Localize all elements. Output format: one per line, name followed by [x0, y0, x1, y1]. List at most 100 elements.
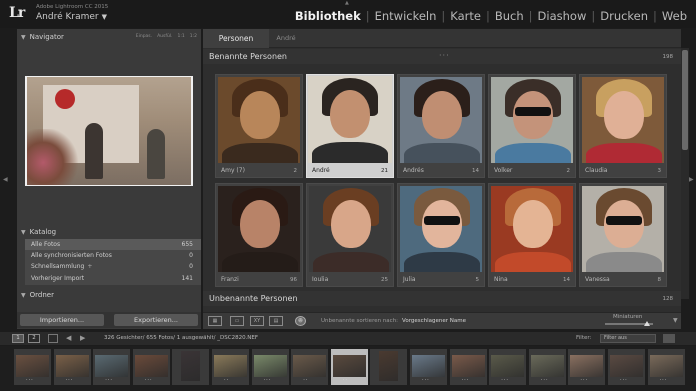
- person-photo-count: 8: [657, 277, 662, 283]
- rating-dots: ···: [144, 377, 153, 383]
- filmstrip-thumbnail[interactable]: ···: [14, 349, 51, 385]
- catalog-item-label: Alle Fotos: [31, 241, 61, 249]
- catalog-item-label: Vorheriger Import: [31, 274, 85, 282]
- module-entwickeln[interactable]: Entwickeln: [370, 9, 442, 23]
- left-panel-toggle-icon[interactable]: ◀: [3, 176, 8, 183]
- people-view-icon[interactable]: ☻: [295, 316, 306, 326]
- filmstrip-thumbnail[interactable]: ··: [212, 349, 249, 385]
- export-button[interactable]: Exportieren...: [114, 314, 198, 326]
- navigator-title: Navigator: [29, 33, 64, 41]
- back-arrow-icon[interactable]: ◀: [66, 334, 71, 342]
- person-name[interactable]: Andrés: [403, 167, 424, 174]
- filmstrip-thumbnail[interactable]: ···: [449, 349, 487, 385]
- rating-dots: ···: [620, 377, 628, 383]
- person-card[interactable]: Franzi 96: [215, 183, 303, 287]
- toolbar-menu-icon[interactable]: ▼: [673, 317, 678, 324]
- filmstrip-thumbnail[interactable]: ···: [251, 349, 289, 385]
- filmstrip-thumbnail[interactable]: ··: [330, 349, 368, 385]
- catalog-item[interactable]: Vorheriger Import 141: [25, 273, 201, 284]
- filter-label: Filter:: [576, 335, 592, 341]
- person-photo-count: 21: [381, 168, 388, 174]
- face-thumbnail: [309, 186, 391, 272]
- scrollbar[interactable]: [681, 48, 689, 299]
- filmstrip-thumbnail[interactable]: ···: [568, 349, 606, 385]
- thumbnail-image: [570, 355, 604, 377]
- catalog-item[interactable]: Alle synchronisierten Fotos 0: [25, 250, 201, 261]
- person-name[interactable]: Vanessa: [585, 276, 610, 283]
- sort-dropdown[interactable]: Vorgeschlagener Name: [402, 318, 466, 324]
- filmstrip-thumbnail[interactable]: [172, 349, 210, 385]
- more-options-icon[interactable]: ···: [439, 51, 450, 60]
- filter-dropdown[interactable]: Filter aus: [600, 334, 656, 343]
- filmstrip-thumbnail[interactable]: ···: [528, 349, 566, 385]
- filmstrip-thumbnail[interactable]: ···: [489, 349, 527, 385]
- head-shape: [513, 200, 553, 248]
- person-card[interactable]: Andrés 14: [397, 74, 485, 178]
- person-card[interactable]: André 21: [306, 74, 394, 178]
- compare-view-icon[interactable]: XY: [250, 316, 264, 326]
- person-card[interactable]: Amy (7) 2: [215, 74, 303, 178]
- sign-shape: [55, 89, 75, 109]
- top-panel-toggle-icon[interactable]: ▲: [345, 0, 349, 6]
- person-name[interactable]: André: [312, 167, 330, 174]
- person-name[interactable]: Julia: [403, 276, 416, 283]
- person-card[interactable]: Ioulia 25: [306, 183, 394, 287]
- person-card[interactable]: Nina 14: [488, 183, 576, 287]
- filter-lock-icon[interactable]: [663, 334, 675, 343]
- survey-view-icon[interactable]: ▤: [269, 316, 283, 326]
- collapse-triangle-icon[interactable]: ▼: [21, 292, 26, 299]
- person-card[interactable]: Julia 5: [397, 183, 485, 287]
- catalog-item[interactable]: Alle Fotos 655: [25, 239, 201, 251]
- collapse-triangle-icon[interactable]: ▼: [21, 34, 26, 41]
- person-name[interactable]: Volker: [494, 167, 512, 174]
- zoom-option[interactable]: 1:2: [190, 34, 197, 39]
- person-name[interactable]: Nina: [494, 276, 508, 283]
- tab-personen[interactable]: Personen: [203, 29, 269, 48]
- module-diashow[interactable]: Diashow: [533, 9, 592, 23]
- grid-icon[interactable]: [48, 334, 58, 343]
- module-drucken[interactable]: Drucken: [595, 9, 653, 23]
- filmstrip-thumbnail[interactable]: ···: [410, 349, 447, 385]
- scroll-thumb[interactable]: [682, 50, 688, 150]
- zoom-option[interactable]: 1:1: [178, 34, 185, 39]
- unnamed-people-header[interactable]: Unbenannte Personen 128: [203, 291, 681, 306]
- filmstrip-thumbnail[interactable]: ··: [291, 349, 329, 385]
- person-name[interactable]: Claudia: [585, 167, 608, 174]
- screen-2-button[interactable]: 2: [28, 334, 40, 343]
- collapse-triangle-icon[interactable]: ▼: [21, 229, 26, 236]
- module-web[interactable]: Web: [657, 9, 692, 23]
- user-name: André Kramer: [36, 12, 99, 22]
- navigator-preview[interactable]: [25, 76, 193, 186]
- zoom-option[interactable]: Ausfül.: [157, 34, 172, 39]
- catalog-item[interactable]: Schnellsammlung +0: [25, 261, 201, 272]
- forward-arrow-icon[interactable]: ▶: [80, 334, 85, 342]
- right-panel-toggle-icon[interactable]: ▶: [689, 176, 694, 183]
- catalog-header[interactable]: ▼ Katalog: [17, 226, 201, 238]
- loupe-view-icon[interactable]: ▭: [230, 316, 244, 326]
- filmstrip-thumbnail[interactable]: ···: [93, 349, 131, 385]
- person-card[interactable]: Claudia 3: [579, 74, 667, 178]
- zoom-option[interactable]: Einpas.: [136, 34, 152, 39]
- person-card[interactable]: Vanessa 8: [579, 183, 667, 287]
- module-karte[interactable]: Karte: [445, 9, 486, 23]
- import-button[interactable]: Importieren...: [20, 314, 104, 326]
- person-name[interactable]: Amy (7): [221, 167, 245, 174]
- identity-plate[interactable]: André Kramer ▼: [36, 12, 107, 22]
- head-shape: [422, 91, 462, 139]
- face-thumbnail: [218, 186, 300, 272]
- filmstrip-thumbnail[interactable]: ···: [132, 349, 170, 385]
- module-buch[interactable]: Buch: [490, 9, 529, 23]
- screen-1-button[interactable]: 1: [12, 334, 24, 343]
- person-name[interactable]: Ioulia: [312, 276, 328, 283]
- grid-view-icon[interactable]: ▦: [208, 316, 222, 326]
- filmstrip-thumbnail[interactable]: [370, 349, 408, 385]
- person-card[interactable]: Volker 2: [488, 74, 576, 178]
- tab-andre[interactable]: André: [275, 29, 297, 48]
- module-bibliothek[interactable]: Bibliothek: [290, 9, 366, 23]
- person-name[interactable]: Franzi: [221, 276, 239, 283]
- filmstrip-thumbnail[interactable]: ···: [647, 349, 685, 385]
- filmstrip-thumbnail[interactable]: ···: [608, 349, 645, 385]
- filmstrip-thumbnail[interactable]: ···: [53, 349, 91, 385]
- slider-knob-icon[interactable]: [644, 321, 650, 326]
- folders-header[interactable]: ▼ Ordner: [17, 289, 201, 301]
